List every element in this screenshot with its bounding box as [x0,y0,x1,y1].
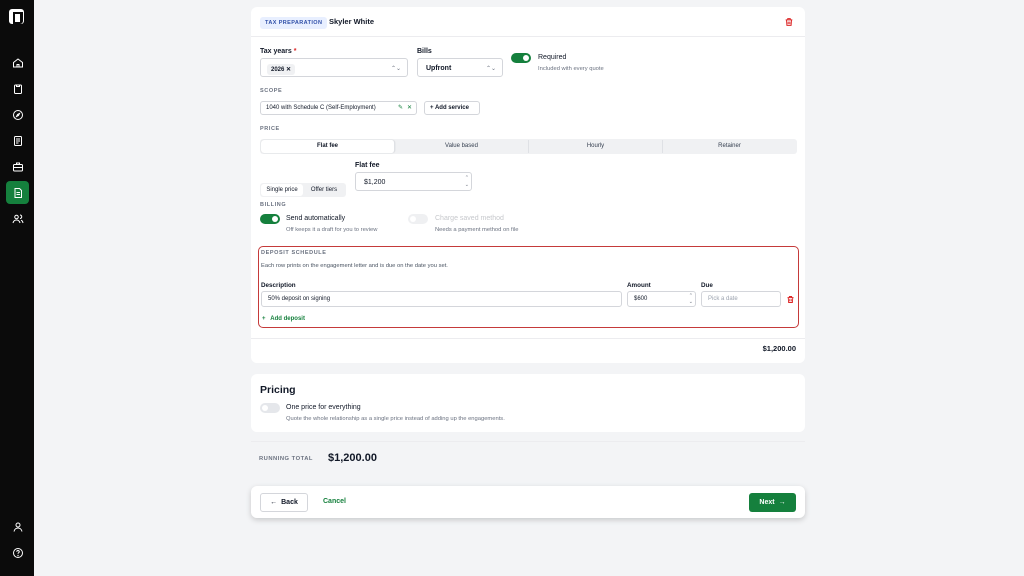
proposal-document-icon[interactable] [6,181,29,204]
billing-label: BILLING [260,202,287,208]
decrement-icon[interactable]: ⌄ [689,300,693,305]
deposit-schedule: DEPOSIT SCHEDULE Each row prints on the … [258,246,799,328]
add-deposit-label: Add deposit [270,316,305,322]
charge-saved-method-sub: Needs a payment method on file [435,227,519,233]
price-label: PRICE [260,126,280,132]
header-divider [251,36,805,37]
single-price-option[interactable]: Single price [261,184,303,196]
one-price-sub: Quote the whole relationship as a single… [286,416,505,422]
deposit-due-date-input[interactable]: Pick a date [701,291,781,307]
back-label: Back [281,499,298,506]
col-description: Description [261,282,296,289]
cancel-button[interactable]: Cancel [323,498,346,505]
remove-chip-icon[interactable]: ✕ [286,67,291,73]
remove-service-icon[interactable]: ✕ [407,104,412,111]
send-automatically-sub: Off keeps it a draft for you to review [286,227,378,233]
chevron-updown-icon: ⌃⌄ [390,66,401,72]
flat-fee-label: Flat fee [355,162,380,169]
bills-label: Bills [417,48,432,55]
increment-icon[interactable]: ⌃ [465,176,469,181]
next-label: Next [759,499,775,506]
col-due: Due [701,282,713,289]
tab-flat-fee[interactable]: Flat fee [261,140,395,153]
engagement-card: TAX PREPARATION Skyler White Tax years *… [251,7,805,363]
briefcase-icon[interactable] [6,155,29,178]
tax-years-select[interactable]: 2026 ✕ ⌃⌄ [260,58,408,77]
one-price-toggle[interactable] [260,403,280,413]
scope-service-name: 1040 with Schedule C (Self-Employment) [266,105,376,111]
deposit-amount-value: $600 [634,296,648,302]
charge-saved-method-label: Charge saved method [435,215,504,222]
clipboard-icon[interactable] [6,77,29,100]
col-amount: Amount [627,282,651,289]
delete-deposit-icon[interactable] [786,295,795,304]
user-icon[interactable] [6,515,29,538]
edit-icon[interactable]: ✎ [398,104,403,111]
flat-fee-input[interactable]: $1,200 ⌃ ⌄ [355,172,472,191]
running-total-label: RUNNING TOTAL [259,456,313,462]
bills-value: Upfront [426,65,452,72]
one-price-label: One price for everything [286,404,361,411]
required-toggle[interactable] [511,53,531,63]
section-divider [251,441,805,442]
add-service-button[interactable]: + Add service [424,101,480,115]
footer-bar: ← Back Cancel Next → [251,486,805,518]
total-divider [251,338,805,339]
compass-icon[interactable] [6,103,29,126]
help-icon[interactable] [6,541,29,564]
deposit-due-placeholder: Pick a date [708,296,738,302]
tax-year-chip: 2026 ✕ [267,64,296,75]
flat-fee-value: $1,200 [364,179,386,186]
deposit-description-value: 50% deposit on signing [268,296,331,302]
price-tabs: Flat fee Value based Hourly Retainer [260,139,797,154]
deposit-amount-input[interactable]: $600 ⌃ ⌄ [627,291,696,307]
sidebar [0,0,34,576]
arrow-right-icon: → [778,499,786,506]
chevron-updown-icon: ⌃⌄ [485,66,496,72]
required-label: Required [538,54,567,61]
decrement-icon[interactable]: ⌄ [465,183,469,188]
back-button[interactable]: ← Back [260,493,308,512]
send-automatically-toggle[interactable] [260,214,280,224]
engagement-type-badge: TAX PREPARATION [260,17,328,29]
arrow-left-icon: ← [270,499,278,506]
engagement-total: $1,200.00 [762,344,796,353]
pricing-title: Pricing [260,384,296,396]
offer-tiers-option[interactable]: Offer tiers [303,184,345,196]
next-button[interactable]: Next → [749,493,796,512]
delete-engagement-icon[interactable] [784,17,794,27]
deposit-desc: Each row prints on the engagement letter… [261,263,448,269]
deposit-description-input[interactable]: 50% deposit on signing [261,291,622,307]
tab-hourly[interactable]: Hourly [529,140,663,153]
scope-label: SCOPE [260,88,283,94]
home-icon[interactable] [6,51,29,74]
required-sub: Included with every quote [538,66,604,72]
tab-retainer[interactable]: Retainer [663,140,796,153]
add-deposit-button[interactable]: + Add deposit [262,316,305,322]
bills-select[interactable]: Upfront ⌃⌄ [417,58,503,77]
tax-years-label: Tax years * [260,48,297,55]
add-service-label: Add service [434,105,469,111]
charge-saved-method-toggle[interactable] [408,214,428,224]
pricing-card: Pricing One price for everything Quote t… [251,374,805,432]
running-total-value: $1,200.00 [328,452,377,464]
deposit-title: DEPOSIT SCHEDULE [261,250,327,256]
price-mode-toggle: Single price Offer tiers [260,183,346,197]
send-automatically-label: Send automatically [286,215,346,222]
app-logo[interactable] [9,9,24,24]
tab-value-based[interactable]: Value based [395,140,529,153]
users-icon[interactable] [6,207,29,230]
document-list-icon[interactable] [6,129,29,152]
scope-service-chip: 1040 with Schedule C (Self-Employment) ✎… [260,101,417,115]
client-name: Skyler White [329,17,375,26]
